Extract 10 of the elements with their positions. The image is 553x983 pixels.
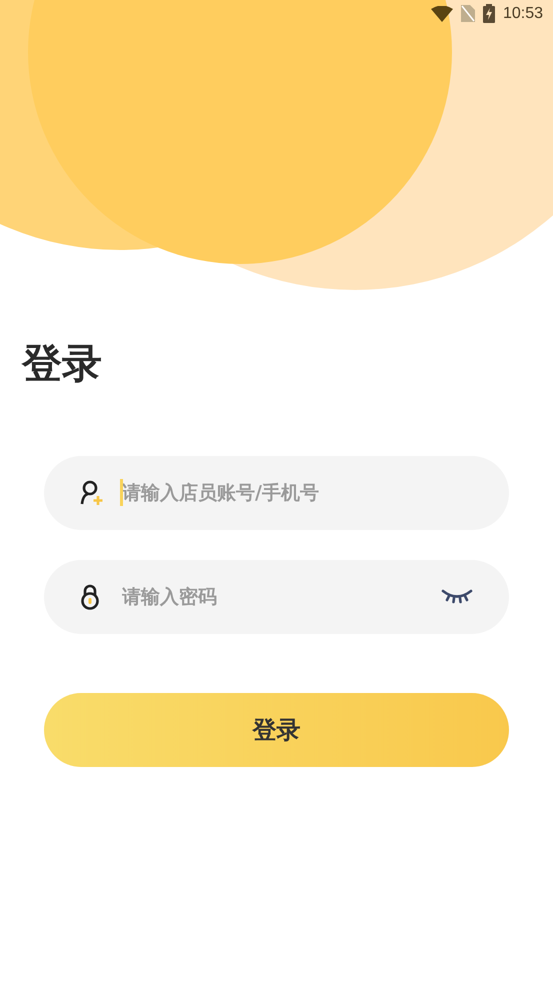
page-title: 登录 (22, 340, 102, 389)
eye-closed-icon[interactable] (441, 588, 473, 606)
battery-charging-icon (482, 4, 495, 23)
input-field[interactable]: 请输入店员账号/手机号 (44, 456, 509, 530)
lock-icon (80, 584, 100, 610)
input-field[interactable]: 请输入密码 (44, 560, 509, 634)
wifi-icon (430, 6, 453, 22)
status-time: 10:53 (502, 4, 543, 22)
user-add-icon (80, 480, 104, 506)
login-button[interactable]: 登录 (44, 693, 509, 767)
